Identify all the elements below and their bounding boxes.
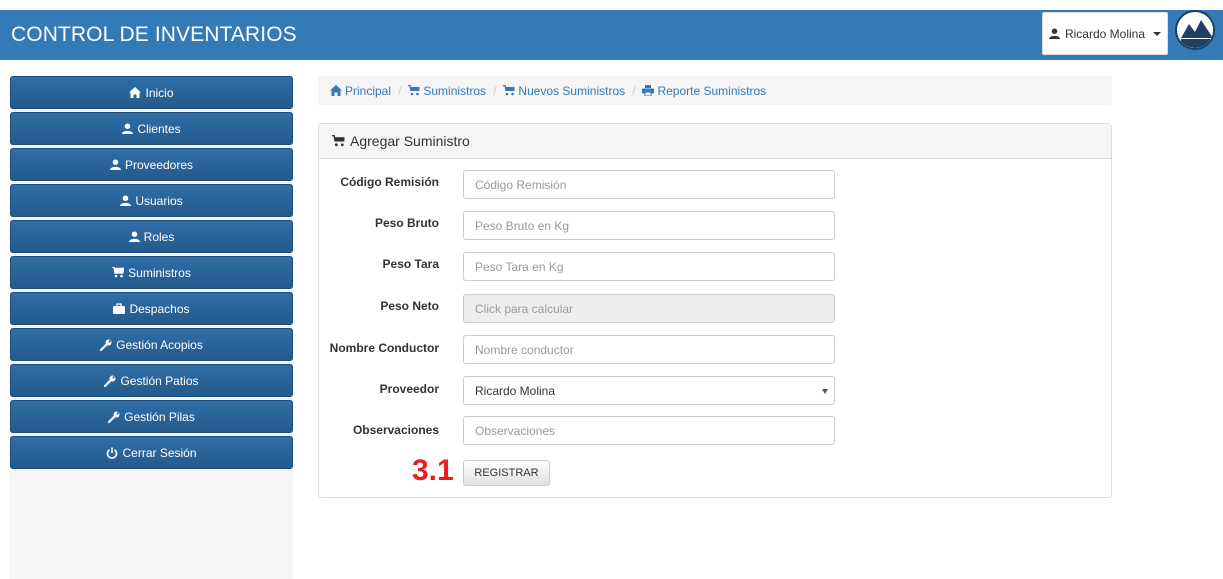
peso-bruto-label: Peso Bruto	[374, 216, 439, 230]
breadcrumb-separator: /	[632, 83, 636, 98]
sidebar-item-label: Inicio	[145, 85, 174, 100]
sidebar-item-gestion-acopios[interactable]: Gestión Acopios	[10, 328, 293, 361]
breadcrumb-suministros[interactable]: Suministros	[408, 84, 486, 98]
user-icon	[122, 123, 134, 134]
sidebar-item-gestion-pilas[interactable]: Gestión Pilas	[10, 400, 293, 433]
panel-title: Agregar Suministro	[350, 133, 470, 149]
breadcrumb-label: Reporte Suministros	[657, 83, 767, 98]
add-supply-panel: Agregar Suministro Código Remisión Peso …	[318, 123, 1112, 498]
sidebar-item-proveedores[interactable]: Proveedores	[10, 148, 293, 181]
wrench-icon	[108, 411, 120, 423]
sidebar: Inicio Clientes Proveedores Usuarios Rol…	[10, 76, 293, 579]
sidebar-item-despachos[interactable]: Despachos	[10, 292, 293, 325]
app-title[interactable]: CONTROL DE INVENTARIOS	[11, 23, 297, 47]
codigo-remision-input[interactable]	[463, 170, 835, 199]
wrench-icon	[104, 375, 116, 387]
peso-tara-input[interactable]	[463, 252, 835, 281]
peso-tara-label: Peso Tara	[382, 257, 439, 271]
briefcase-icon	[113, 303, 126, 314]
observaciones-label: Observaciones	[352, 423, 439, 437]
cart-icon	[332, 135, 345, 147]
cart-icon	[408, 85, 420, 96]
sidebar-item-clientes[interactable]: Clientes	[10, 112, 293, 145]
sidebar-item-label: Clientes	[137, 121, 181, 136]
breadcrumb-label: Suministros	[423, 83, 487, 98]
caret-down-icon	[1153, 31, 1162, 36]
codigo-remision-label: Código Remisión	[340, 175, 439, 189]
step-annotation: 3.1	[412, 454, 454, 487]
cart-icon	[112, 267, 125, 278]
peso-bruto-input[interactable]	[463, 211, 835, 240]
proveedor-label: Proveedor	[379, 382, 439, 396]
home-icon	[129, 87, 142, 98]
sidebar-item-label: Proveedores	[124, 157, 194, 172]
breadcrumb-principal[interactable]: Principal	[330, 84, 391, 98]
top-navbar: CONTROL DE INVENTARIOS Ricardo Molina	[0, 10, 1223, 60]
breadcrumb: Principal / Suministros / Nuevos Suminis…	[318, 76, 1112, 105]
home-icon	[330, 85, 342, 96]
sidebar-item-label: Gestión Patios	[120, 373, 199, 388]
observaciones-input[interactable]	[463, 416, 835, 445]
registrar-button[interactable]: REGISTRAR	[463, 460, 550, 486]
caret-down-icon	[822, 389, 828, 394]
user-menu-button[interactable]: Ricardo Molina	[1042, 12, 1168, 55]
print-icon	[642, 85, 655, 96]
power-icon	[106, 447, 118, 459]
sidebar-item-usuarios[interactable]: Usuarios	[10, 184, 293, 217]
peso-neto-input[interactable]	[463, 294, 835, 323]
sidebar-item-label: Despachos	[129, 301, 190, 316]
proveedor-select[interactable]: Ricardo Molina	[463, 376, 835, 405]
sidebar-item-suministros[interactable]: Suministros	[10, 256, 293, 289]
cart-icon	[503, 85, 515, 96]
sidebar-item-roles[interactable]: Roles	[10, 220, 293, 253]
sidebar-item-label: Cerrar Sesión	[122, 445, 197, 460]
proveedor-selected-value: Ricardo Molina	[475, 383, 556, 398]
nombre-conductor-input[interactable]	[463, 335, 835, 364]
sidebar-item-label: Usuarios	[135, 193, 183, 208]
sidebar-item-label: Roles	[143, 229, 175, 244]
sidebar-item-label: Suministros	[128, 265, 191, 280]
nombre-conductor-label: Nombre Conductor	[329, 341, 439, 355]
panel-heading: Agregar Suministro	[319, 124, 1111, 159]
company-logo	[1175, 10, 1215, 50]
user-name: Ricardo Molina	[1064, 26, 1146, 41]
breadcrumb-label: Nuevos Suministros	[518, 83, 626, 98]
user-icon	[109, 159, 121, 170]
sidebar-item-label: Gestión Acopios	[116, 337, 203, 352]
sidebar-item-label: Gestión Pilas	[124, 409, 195, 424]
sidebar-item-gestion-patios[interactable]: Gestión Patios	[10, 364, 293, 397]
sidebar-item-inicio[interactable]: Inicio	[10, 76, 293, 109]
user-icon	[1048, 28, 1060, 39]
user-icon	[120, 195, 132, 206]
breadcrumb-label: Principal	[345, 83, 392, 98]
peso-neto-label: Peso Neto	[380, 299, 439, 313]
breadcrumb-reporte-suministros[interactable]: Reporte Suministros	[642, 84, 766, 98]
breadcrumb-separator: /	[398, 83, 402, 98]
wrench-icon	[100, 339, 112, 351]
user-icon	[128, 231, 140, 242]
sidebar-item-cerrar-sesion[interactable]: Cerrar Sesión	[10, 436, 293, 469]
breadcrumb-nuevos-suministros[interactable]: Nuevos Suministros	[503, 84, 625, 98]
breadcrumb-separator: /	[493, 83, 497, 98]
